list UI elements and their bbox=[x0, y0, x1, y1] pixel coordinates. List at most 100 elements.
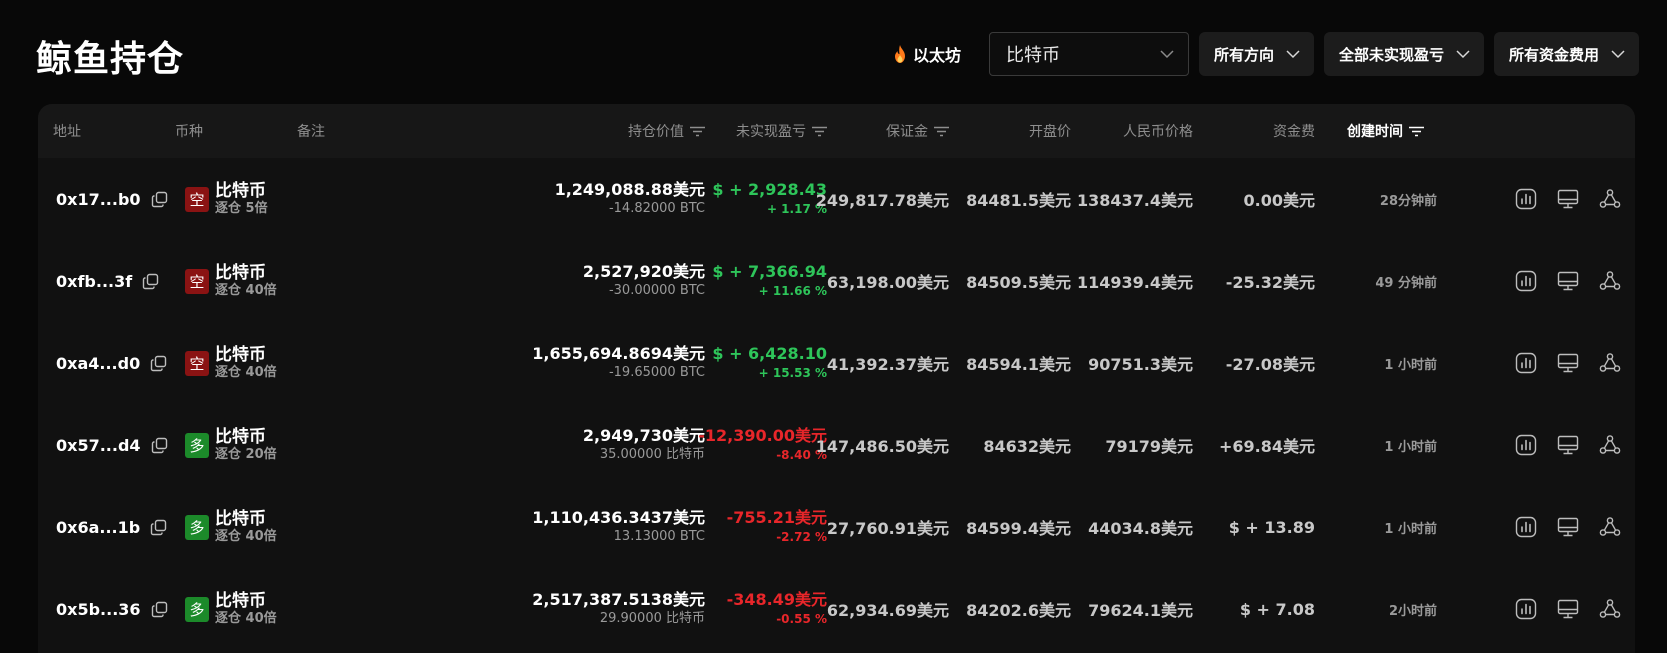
share-icon[interactable] bbox=[1599, 270, 1621, 292]
funding-fee-cell: +69.84美元 bbox=[1195, 404, 1315, 486]
chart-icon[interactable] bbox=[1515, 188, 1537, 210]
coin-name: 比特币 bbox=[215, 591, 266, 611]
coin-cell: 空 比特币 逐仓 40倍 bbox=[185, 322, 325, 404]
position-value-cell: 2,517,387.5138美元 29.90000 比特币 bbox=[465, 568, 705, 650]
copy-icon[interactable] bbox=[150, 355, 167, 372]
header-pnl[interactable]: 未实现盈亏 bbox=[677, 104, 827, 158]
cny-price-value: 79624.1美元 bbox=[1088, 601, 1193, 620]
table-row[interactable]: 0x5b...36 多 比特币 逐仓 40倍 2,517,387.5138美元 … bbox=[38, 568, 1635, 650]
direction-badge: 多 bbox=[185, 514, 209, 540]
monitor-icon[interactable] bbox=[1557, 434, 1579, 456]
chart-icon[interactable] bbox=[1515, 598, 1537, 620]
margin-value: 63,198.00美元 bbox=[826, 273, 949, 292]
cny-price-value: 114939.4美元 bbox=[1076, 273, 1193, 292]
cny-price-cell: 90751.3美元 bbox=[1073, 322, 1193, 404]
table-row[interactable]: 0x57...d4 多 比特币 逐仓 20倍 2,949,730美元 35.00… bbox=[38, 404, 1635, 486]
table-row[interactable]: 0x17...b0 空 比特币 逐仓 5倍 1,249,088.88美元 -14… bbox=[38, 158, 1635, 240]
direction-badge: 多 bbox=[185, 432, 209, 458]
chart-icon[interactable] bbox=[1515, 516, 1537, 538]
coin-name: 比特币 bbox=[215, 509, 266, 529]
ethereum-label: 以太坊 bbox=[912, 46, 961, 65]
header-address: 地址 bbox=[53, 124, 81, 140]
copy-icon[interactable] bbox=[151, 191, 168, 208]
created-time-cell: 28分钟前 bbox=[1337, 158, 1437, 240]
open-price-value: 84599.4美元 bbox=[966, 519, 1071, 538]
open-price-value: 84632美元 bbox=[983, 437, 1071, 456]
row-actions bbox=[1515, 404, 1621, 486]
copy-icon[interactable] bbox=[151, 437, 168, 454]
table-body: 0x17...b0 空 比特币 逐仓 5倍 1,249,088.88美元 -14… bbox=[38, 158, 1635, 650]
header-margin[interactable]: 保证金 bbox=[829, 104, 949, 158]
share-icon[interactable] bbox=[1599, 434, 1621, 456]
created-time: 1 小时前 bbox=[1384, 521, 1437, 537]
flame-icon bbox=[894, 45, 905, 63]
address-text[interactable]: 0x5b...36 bbox=[56, 600, 141, 619]
header-value-label: 持仓价值 bbox=[628, 124, 684, 140]
open-price-value: 84481.5美元 bbox=[966, 191, 1071, 210]
monitor-icon[interactable] bbox=[1557, 188, 1579, 210]
created-time-cell: 1 小时前 bbox=[1337, 404, 1437, 486]
share-icon[interactable] bbox=[1599, 598, 1621, 620]
copy-icon[interactable] bbox=[150, 519, 167, 536]
coin-info: 比特币 逐仓 40倍 bbox=[215, 263, 277, 299]
copy-icon[interactable] bbox=[142, 273, 159, 290]
coin-name: 比特币 bbox=[215, 427, 266, 447]
header-value[interactable]: 持仓价值 bbox=[505, 104, 705, 158]
coin-name: 比特币 bbox=[215, 181, 266, 201]
filter-bar: 以太坊 比特币 所有方向 全部未实现盈亏 所有资金费用 bbox=[893, 32, 1639, 76]
chart-icon[interactable] bbox=[1515, 434, 1537, 456]
open-price-cell: 84202.6美元 bbox=[951, 568, 1071, 650]
address-text[interactable]: 0x17...b0 bbox=[56, 190, 141, 209]
direction-badge: 空 bbox=[185, 268, 209, 294]
monitor-icon[interactable] bbox=[1557, 516, 1579, 538]
address-text[interactable]: 0xfb...3f bbox=[56, 272, 132, 291]
cny-price-cell: 79179美元 bbox=[1073, 404, 1193, 486]
table-row[interactable]: 0x6a...1b 多 比特币 逐仓 40倍 1,110,436.3437美元 … bbox=[38, 486, 1635, 568]
copy-icon[interactable] bbox=[151, 601, 168, 618]
header-cny-price: 人民币价格 bbox=[1123, 124, 1193, 140]
address-text[interactable]: 0xa4...d0 bbox=[56, 354, 140, 373]
position-value-cell: 1,110,436.3437美元 13.13000 BTC bbox=[465, 486, 705, 568]
direction-dropdown[interactable]: 所有方向 bbox=[1198, 32, 1314, 76]
monitor-icon[interactable] bbox=[1557, 352, 1579, 374]
table-row[interactable]: 0xfb...3f 空 比特币 逐仓 40倍 2,527,920美元 -30.0… bbox=[38, 240, 1635, 322]
coin-cell: 空 比特币 逐仓 40倍 bbox=[185, 240, 325, 322]
margin-cell: 63,198.00美元 bbox=[799, 240, 949, 322]
share-icon[interactable] bbox=[1599, 516, 1621, 538]
margin-cell: 249,817.78美元 bbox=[799, 158, 949, 240]
address-text[interactable]: 0x6a...1b bbox=[56, 518, 140, 537]
margin-value: 27,760.91美元 bbox=[826, 519, 949, 538]
coin-info: 比特币 逐仓 40倍 bbox=[215, 591, 277, 627]
chart-icon[interactable] bbox=[1515, 352, 1537, 374]
funding-fee-value: $ + 13.89 bbox=[1228, 517, 1315, 537]
chart-icon[interactable] bbox=[1515, 270, 1537, 292]
share-icon[interactable] bbox=[1599, 188, 1621, 210]
funding-fee-dropdown[interactable]: 所有资金费用 bbox=[1493, 32, 1639, 76]
filter-icon bbox=[934, 126, 949, 136]
funding-fee-value: -27.08美元 bbox=[1225, 355, 1315, 374]
margin-value: 147,486.50美元 bbox=[815, 437, 949, 456]
table-row[interactable]: 0xa4...d0 空 比特币 逐仓 40倍 1,655,694.8694美元 … bbox=[38, 322, 1635, 404]
cny-price-cell: 114939.4美元 bbox=[1073, 240, 1193, 322]
header-created[interactable]: 创建时间 bbox=[1304, 104, 1424, 158]
chevron-down-icon bbox=[1160, 49, 1174, 58]
direction-label: 所有方向 bbox=[1213, 45, 1274, 64]
margin-value: 62,934.69美元 bbox=[826, 601, 949, 620]
pnl-dropdown[interactable]: 全部未实现盈亏 bbox=[1323, 32, 1484, 76]
funding-fee-cell: $ + 13.89 bbox=[1195, 486, 1315, 568]
monitor-icon[interactable] bbox=[1557, 598, 1579, 620]
address-text[interactable]: 0x57...d4 bbox=[56, 436, 141, 455]
coin-select[interactable]: 比特币 bbox=[988, 32, 1189, 76]
created-time: 1 小时前 bbox=[1384, 357, 1437, 373]
share-icon[interactable] bbox=[1599, 352, 1621, 374]
row-actions bbox=[1515, 322, 1621, 404]
cny-price-value: 138437.4美元 bbox=[1076, 191, 1193, 210]
header-funding: 资金费 bbox=[1273, 124, 1315, 140]
address-cell: 0x17...b0 bbox=[56, 158, 176, 240]
created-time-cell: 1 小时前 bbox=[1337, 486, 1437, 568]
monitor-icon[interactable] bbox=[1557, 270, 1579, 292]
ethereum-link[interactable]: 以太坊 bbox=[893, 42, 961, 66]
cny-price-value: 90751.3美元 bbox=[1088, 355, 1193, 374]
header-open-price: 开盘价 bbox=[1029, 124, 1071, 140]
address-cell: 0x6a...1b bbox=[56, 486, 176, 568]
